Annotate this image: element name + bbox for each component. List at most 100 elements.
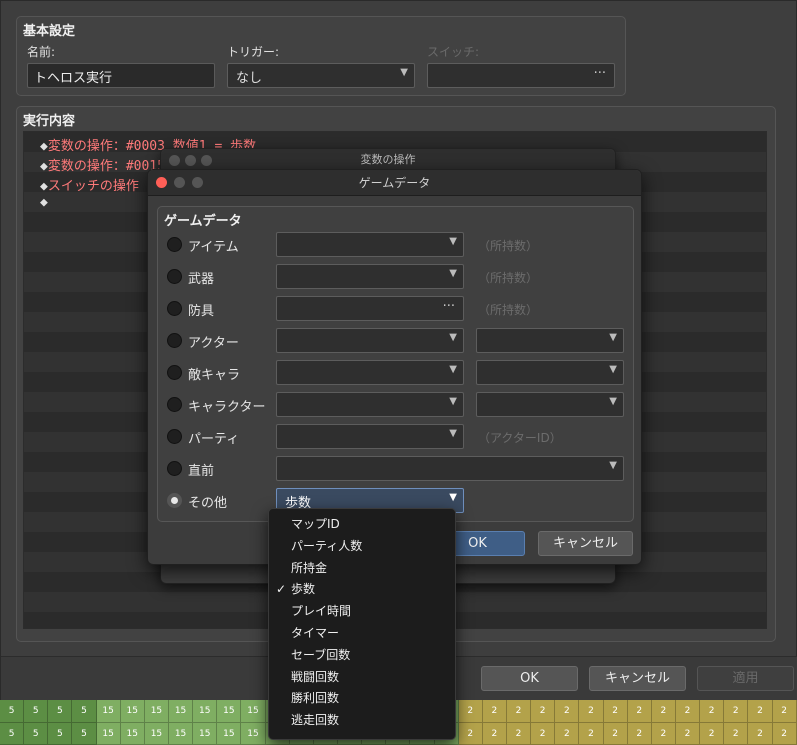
map-tile[interactable]: 15 xyxy=(241,722,266,745)
trigger-label: トリガー: xyxy=(227,45,280,59)
map-tile[interactable]: 2 xyxy=(458,700,483,723)
map-tile[interactable]: 2 xyxy=(506,700,532,723)
dropdown-item-label: プレイ時間 xyxy=(291,604,352,619)
character-select[interactable]: ▼ xyxy=(276,392,464,417)
map-tile[interactable]: 2 xyxy=(627,722,652,745)
command-line[interactable]: ◆変数の操作：#0015 xyxy=(40,155,165,174)
last-select[interactable]: ▼ xyxy=(276,456,624,481)
map-tile[interactable]: 2 xyxy=(531,722,556,745)
map-tile[interactable]: 2 xyxy=(579,722,604,745)
map-tile[interactable]: 15 xyxy=(120,722,145,745)
game-data-cancel-button[interactable]: キャンセル xyxy=(538,531,633,556)
actor-param-select[interactable]: ▼ xyxy=(476,328,624,353)
map-tile[interactable]: 2 xyxy=(603,722,628,745)
command-line[interactable]: ◆ xyxy=(40,195,48,210)
enemy-param-select[interactable]: ▼ xyxy=(476,360,624,385)
name-field[interactable]: トヘロス実行 xyxy=(27,63,215,88)
close-icon[interactable] xyxy=(156,177,167,188)
command-line[interactable]: ◆スイッチの操作 xyxy=(40,175,139,194)
map-tile[interactable]: 2 xyxy=(772,700,797,723)
dropdown-item-label: 逃走回数 xyxy=(291,713,340,728)
map-tile[interactable]: 2 xyxy=(458,722,483,745)
map-tile[interactable]: 2 xyxy=(603,700,628,723)
cancel-button[interactable]: キャンセル xyxy=(589,666,686,691)
trigger-select[interactable]: なし ▼ xyxy=(227,63,415,88)
map-tile[interactable]: 2 xyxy=(482,700,507,723)
map-tile[interactable]: 5 xyxy=(48,700,73,723)
map-tile[interactable]: 15 xyxy=(217,700,242,723)
radio-enemy[interactable] xyxy=(167,365,182,380)
map-tile[interactable]: 15 xyxy=(120,700,145,723)
dropdown-item[interactable]: セーブ回数 xyxy=(269,645,455,667)
character-param-select[interactable]: ▼ xyxy=(476,392,624,417)
radio-other[interactable] xyxy=(167,493,182,508)
map-tile[interactable]: 2 xyxy=(724,722,749,745)
radio-character[interactable] xyxy=(167,397,182,412)
actor-select[interactable]: ▼ xyxy=(276,328,464,353)
zoom-icon[interactable] xyxy=(201,155,212,166)
radio-item[interactable] xyxy=(167,237,182,252)
party-select[interactable]: ▼ xyxy=(276,424,464,449)
map-tile[interactable]: 5 xyxy=(48,722,73,745)
dropdown-item[interactable]: 勝利回数 xyxy=(269,688,455,710)
dropdown-item[interactable]: ✓ 歩数 xyxy=(269,579,455,601)
radio-last[interactable] xyxy=(167,461,182,476)
map-tile[interactable]: 2 xyxy=(748,700,773,723)
map-tile[interactable]: 15 xyxy=(217,722,242,745)
map-tile[interactable]: 2 xyxy=(531,700,556,723)
weapon-select[interactable]: ▼ xyxy=(276,264,464,289)
switch-field[interactable]: ··· xyxy=(427,63,615,88)
map-tile[interactable]: 15 xyxy=(168,700,194,723)
map-tile[interactable]: 2 xyxy=(651,722,676,745)
minimize-icon[interactable] xyxy=(185,155,196,166)
map-tile[interactable]: 2 xyxy=(724,700,749,723)
map-tile[interactable]: 2 xyxy=(506,722,532,745)
radio-actor[interactable] xyxy=(167,333,182,348)
map-tile[interactable]: 2 xyxy=(748,722,773,745)
item-select[interactable]: ▼ xyxy=(276,232,464,257)
radio-party[interactable] xyxy=(167,429,182,444)
map-tile[interactable]: 2 xyxy=(772,722,797,745)
map-tile[interactable]: 15 xyxy=(96,722,121,745)
map-tile[interactable]: 15 xyxy=(193,722,218,745)
dropdown-item[interactable]: マップID xyxy=(269,514,455,536)
zoom-icon[interactable] xyxy=(192,177,203,188)
dropdown-item[interactable]: プレイ時間 xyxy=(269,601,455,623)
map-tile[interactable]: 2 xyxy=(482,722,507,745)
radio-weapon[interactable] xyxy=(167,269,182,284)
dropdown-item[interactable]: タイマー xyxy=(269,623,455,645)
map-tile[interactable]: 15 xyxy=(241,700,266,723)
map-tile[interactable]: 2 xyxy=(700,700,725,723)
close-icon[interactable] xyxy=(169,155,180,166)
ok-button[interactable]: OK xyxy=(481,666,578,691)
map-tile[interactable]: 2 xyxy=(700,722,725,745)
weapon-hint: （所持数） xyxy=(478,271,539,285)
map-tile[interactable]: 15 xyxy=(144,700,169,723)
map-tile[interactable]: 5 xyxy=(72,722,97,745)
map-tile[interactable]: 15 xyxy=(168,722,194,745)
map-tile[interactable]: 15 xyxy=(96,700,121,723)
map-tile[interactable]: 5 xyxy=(24,700,49,723)
map-tile[interactable]: 2 xyxy=(555,722,580,745)
map-tile[interactable]: 2 xyxy=(651,700,676,723)
map-tile[interactable]: 5 xyxy=(72,700,97,723)
dropdown-item[interactable]: パーティ人数 xyxy=(269,536,455,558)
map-tile[interactable]: 2 xyxy=(627,700,652,723)
minimize-icon[interactable] xyxy=(174,177,185,188)
dropdown-item[interactable]: 所持金 xyxy=(269,558,455,580)
map-tile[interactable]: 15 xyxy=(144,722,169,745)
dropdown-item[interactable]: 戦闘回数 xyxy=(269,667,455,689)
apply-button[interactable]: 適用 xyxy=(697,666,794,691)
map-tile[interactable]: 15 xyxy=(193,700,218,723)
map-tile[interactable]: 2 xyxy=(555,700,580,723)
armor-select[interactable]: ··· xyxy=(276,296,464,321)
map-tile[interactable]: 5 xyxy=(0,700,25,723)
map-tile[interactable]: 2 xyxy=(579,700,604,723)
map-tile[interactable]: 5 xyxy=(0,722,25,745)
enemy-select[interactable]: ▼ xyxy=(276,360,464,385)
map-tile[interactable]: 2 xyxy=(675,722,701,745)
dropdown-item[interactable]: 逃走回数 xyxy=(269,710,455,732)
map-tile[interactable]: 5 xyxy=(24,722,49,745)
map-tile[interactable]: 2 xyxy=(675,700,701,723)
radio-armor[interactable] xyxy=(167,301,182,316)
